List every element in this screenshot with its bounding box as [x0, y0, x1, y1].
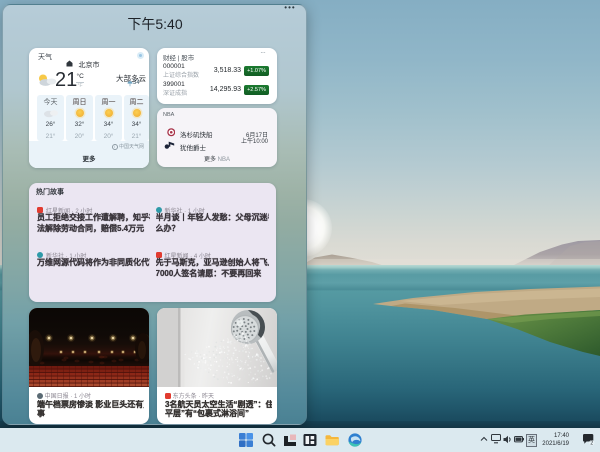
svg-text:2: 2: [590, 441, 593, 446]
